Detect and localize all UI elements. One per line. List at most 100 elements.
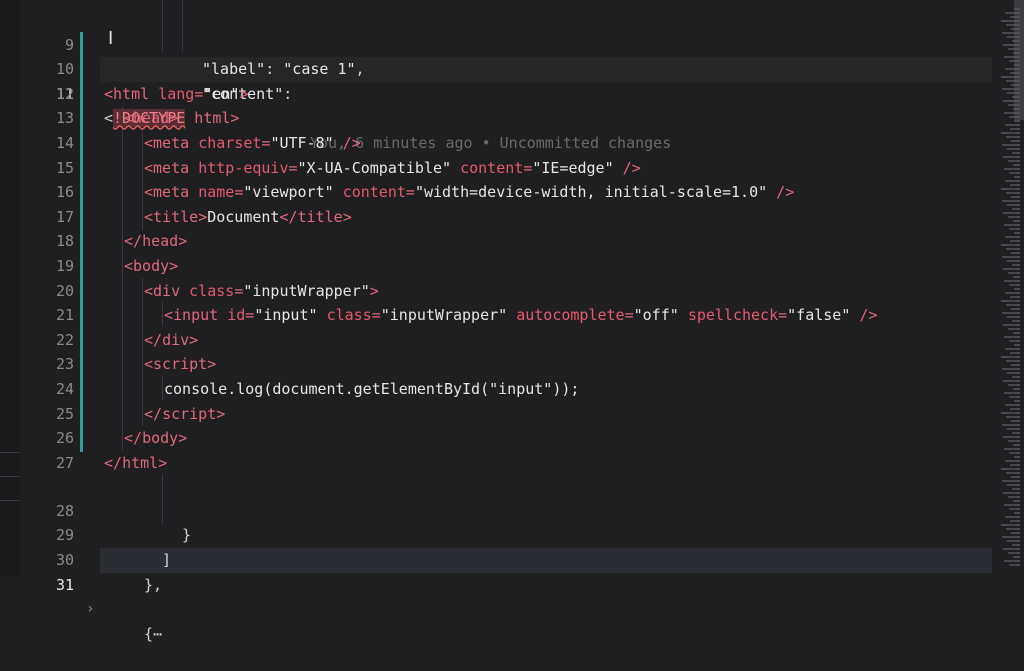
folded-code-text[interactable]: {⋯ <box>144 622 162 647</box>
minimap-line <box>1011 28 1020 30</box>
minimap-line <box>1007 372 1020 374</box>
chevron-right-icon[interactable]: › <box>86 597 94 622</box>
minimap-line <box>1007 260 1020 262</box>
code-line: 25 </script> <box>0 402 1000 427</box>
code-line: 26 </body> <box>0 426 1000 451</box>
code-line: 19 <body> <box>0 254 1000 279</box>
minimap-line <box>1011 420 1020 422</box>
line-number: 12 <box>55 84 74 103</box>
code-editor[interactable]: 9 "label": "case 1", 10 "content": I 11 … <box>0 0 1024 643</box>
minimap-line <box>1006 360 1020 362</box>
minimap-line <box>1004 112 1020 114</box>
code-line: 16 <meta name="viewport" content="width=d… <box>0 180 1000 205</box>
minimap-line <box>1013 164 1020 166</box>
code-text: }, <box>144 575 163 594</box>
line-number: 23 <box>55 355 74 374</box>
code-line: 10 "content": <box>0 33 1000 103</box>
minimap-line <box>1010 16 1020 18</box>
minimap-line <box>1005 292 1020 294</box>
minimap-line <box>1014 64 1020 66</box>
minimap-line <box>1009 284 1020 286</box>
minimap-line <box>1013 556 1020 558</box>
minimap-line <box>1014 120 1020 122</box>
minimap-line <box>1004 560 1020 562</box>
minimap-line <box>1012 376 1020 378</box>
code-text: <script> <box>144 355 217 374</box>
minimap-line <box>1007 204 1020 206</box>
minimap-line <box>1003 268 1020 270</box>
minimap-line <box>1002 480 1020 482</box>
minimap[interactable] <box>992 0 1024 576</box>
minimap-line <box>1009 172 1020 174</box>
minimap-line <box>1002 88 1020 90</box>
code-text: <input id="input" class="inputWrapper" a… <box>164 306 878 325</box>
minimap-line <box>1008 496 1020 498</box>
minimap-line <box>1007 484 1020 486</box>
code-text: console.log(document.getElementById("inp… <box>164 380 580 398</box>
minimap-line <box>1010 352 1020 354</box>
minimap-line <box>1002 32 1020 34</box>
minimap-line <box>1006 24 1020 26</box>
minimap-line <box>1014 400 1020 402</box>
minimap-line <box>1008 328 1020 330</box>
minimap-line <box>1012 96 1020 98</box>
code-line: 15 <meta http-equiv="X-UA-Compatible" con… <box>0 156 1000 181</box>
minimap-line <box>1008 104 1020 106</box>
minimap-line <box>1004 280 1020 282</box>
minimap-line <box>1007 316 1020 318</box>
minimap-line <box>1011 364 1020 366</box>
minimap-line <box>1008 552 1020 554</box>
minimap-line <box>1012 320 1020 322</box>
minimap-line <box>1003 212 1020 214</box>
code-line: 23 <script> <box>0 352 1000 377</box>
minimap-line <box>1005 180 1020 182</box>
code-text: <body> <box>124 257 179 275</box>
line-number: 14 <box>55 134 74 152</box>
minimap-line <box>1012 40 1020 42</box>
minimap-line <box>1013 500 1020 502</box>
minimap-line <box>1006 192 1020 194</box>
minimap-line <box>1002 144 1020 146</box>
minimap-line <box>1009 564 1020 566</box>
code-line: 28 } <box>0 474 1000 545</box>
line-number: 16 <box>55 183 74 202</box>
minimap-line <box>1011 196 1020 198</box>
minimap-line <box>1001 20 1020 22</box>
minimap-line <box>1006 80 1020 82</box>
line-number: 25 <box>55 404 74 423</box>
minimap-line <box>1014 288 1020 290</box>
minimap-line <box>1004 504 1020 506</box>
minimap-line <box>1003 380 1020 382</box>
code-line: 24 console.log(document.getElementById("i… <box>0 377 1000 402</box>
minimap-line <box>1009 116 1020 118</box>
minimap-line <box>1005 236 1020 238</box>
line-number: 27 <box>55 453 74 472</box>
minimap-line <box>1007 540 1020 542</box>
minimap-line <box>1008 440 1020 442</box>
code-line: 29 ] <box>0 499 1000 569</box>
minimap-line <box>1002 256 1020 258</box>
I-beam-cursor-icon: I <box>108 28 114 49</box>
minimap-line <box>1013 52 1020 54</box>
minimap-line <box>1005 460 1020 462</box>
line-number: 18 <box>55 232 74 251</box>
code-text: </script> <box>144 404 226 423</box>
line-number: 20 <box>55 281 74 300</box>
minimap-line <box>1004 336 1020 338</box>
line-number: 17 <box>55 207 74 226</box>
code-text: <meta http-equiv="X-UA-Compatible" conte… <box>144 158 641 177</box>
code-line: 21 <input id="input" class="inputWrapper"… <box>0 303 1000 328</box>
minimap-line <box>1005 68 1020 70</box>
minimap-line <box>1002 312 1020 314</box>
code-text: </html> <box>104 453 168 472</box>
minimap-line <box>1001 300 1020 302</box>
minimap-line <box>1010 128 1020 130</box>
minimap-line <box>1014 512 1020 514</box>
minimap-line <box>1010 464 1020 466</box>
code-line: 17 <title>Document</title> <box>0 205 1000 230</box>
code-line: 12 <html lang="en"> <box>0 82 1000 107</box>
minimap-line <box>1010 240 1020 242</box>
minimap-line <box>1011 140 1020 142</box>
minimap-line <box>1009 228 1020 230</box>
minimap-line <box>1013 444 1020 446</box>
